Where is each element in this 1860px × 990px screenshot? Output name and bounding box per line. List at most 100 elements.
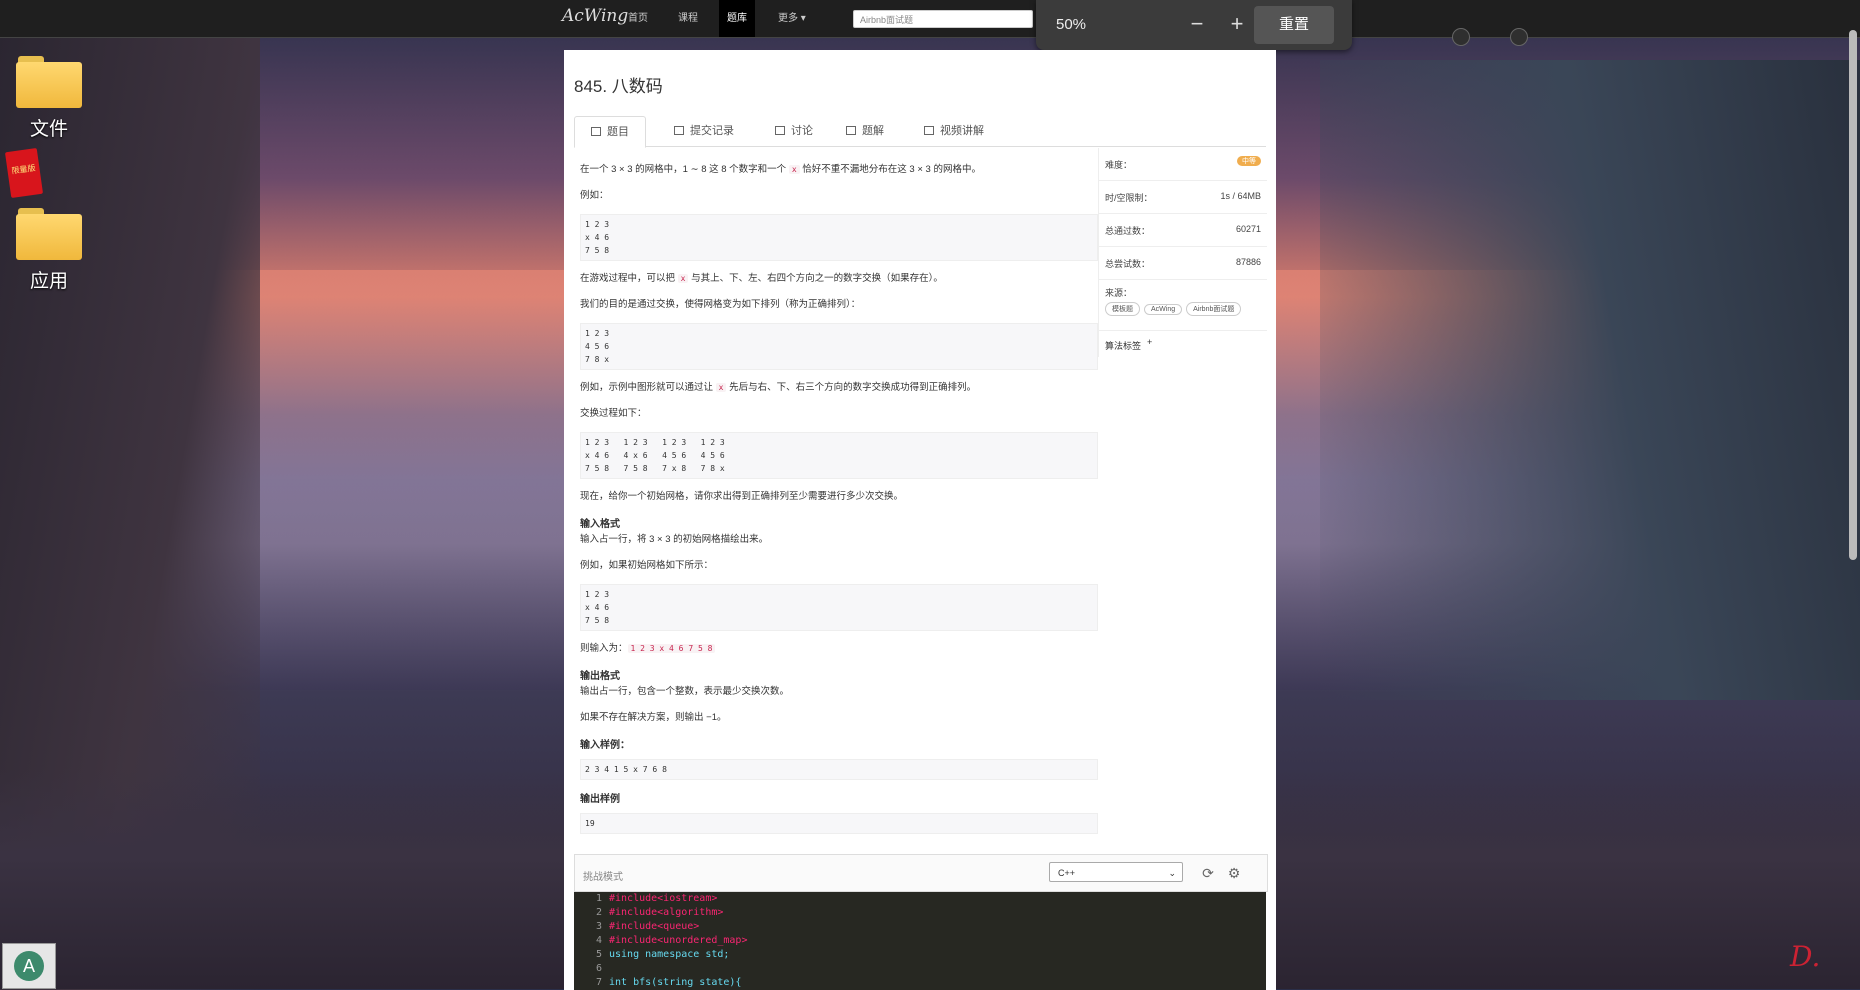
info-label: 难度： (1105, 160, 1133, 170)
nav-more-label: 更多 (778, 13, 798, 24)
tab-solutions[interactable]: 题解 (846, 116, 884, 146)
expand-icon: + (1147, 337, 1153, 347)
algo-tag-toggle[interactable]: 算法标签 + (1099, 331, 1267, 357)
text: 在游戏过程中，可以把 (580, 273, 676, 284)
source-tag[interactable]: 模板题 (1105, 302, 1140, 316)
problem-description: 在一个 3 × 3 的网格中，1 ∼ 8 这 8 个数字和一个 x 恰好不重不漏… (580, 162, 1098, 844)
zoom-popup: 50% − + 重置 (1036, 0, 1352, 50)
refresh-icon[interactable]: ⟳ (1199, 864, 1217, 882)
goal-text: 我们的目的是通过交换，使得网格变为如下排列（称为正确排列）： (580, 299, 861, 310)
process-label: 交换过程如下： (580, 408, 647, 419)
output-format-desc: 输出占一行，包含一个整数，表示最少交换次数。 (580, 686, 790, 697)
inline-code: x (715, 383, 727, 392)
nav-home[interactable]: 首页 (628, 0, 648, 37)
input-format-desc: 输入占一行，将 3 × 3 的初始网格描绘出来。 (580, 534, 769, 545)
nav-more[interactable]: 更多 ▾ (778, 0, 806, 37)
swap-text: 在游戏过程中，可以把 x 与其上、下、左、右四个方向之一的数字交换（如果存在）。 (580, 271, 1098, 287)
intro-text: 在一个 3 × 3 的网格中，1 ∼ 8 这 8 个数字和一个 x 恰好不重不漏… (580, 162, 1098, 178)
zoom-reset-button[interactable]: 重置 (1254, 6, 1334, 44)
tab-label: 提交记录 (690, 125, 734, 137)
input-then: 则输入为： 1 2 3 x 4 6 7 5 8 (580, 641, 1098, 657)
code-block-goal: 1 2 3 4 5 6 7 8 x (580, 323, 1098, 370)
text: 在一个 3 × 3 的网格中，1 ∼ 8 这 8 个数字和一个 (580, 164, 787, 175)
info-label: 算法标签 (1105, 341, 1142, 351)
top-navbar: AcWing 首页 课程 题库 更多 ▾ Airbnb面试题 (0, 0, 1860, 38)
text: 例如，示例中图形就可以通过让 (580, 382, 714, 393)
line-number: 6 (595, 963, 602, 974)
line-number: 1 (595, 893, 602, 904)
line-number: 2 (595, 907, 602, 918)
desktop-folder-label: 应用 (29, 271, 68, 292)
brand-logo[interactable]: AcWing (562, 6, 628, 26)
line-number: 5 (595, 949, 602, 960)
problem-title: 845. 八数码 (574, 77, 663, 96)
source-tag[interactable]: AcWing (1144, 304, 1183, 315)
line-code: #include<unordered_map> (609, 935, 748, 946)
language-select[interactable]: C++ ⌄ (1049, 862, 1183, 882)
info-value: 60271 (1235, 224, 1261, 234)
folder-icon (16, 208, 82, 260)
search-input[interactable]: Airbnb面试题 (853, 10, 1033, 28)
user-avatar-icon[interactable] (1510, 28, 1528, 46)
tab-discussion[interactable]: 讨论 (775, 116, 813, 146)
info-label: 时/空限制： (1105, 193, 1153, 203)
background-cliff-right (1320, 60, 1860, 700)
info-value: 1s / 64MB (1220, 191, 1261, 201)
wallpaper-signature: D. (1790, 940, 1821, 973)
line-code: #include<queue> (609, 921, 700, 932)
desktop-folder-apps[interactable]: 应用 (14, 208, 84, 293)
inline-code: 1 2 3 x 4 6 7 5 8 (627, 644, 716, 653)
tab-label: 题解 (862, 125, 884, 137)
tab-submissions[interactable]: 提交记录 (674, 116, 734, 146)
tab-label: 题目 (607, 126, 629, 138)
red-packet-icon[interactable]: 限量版 (4, 147, 44, 199)
line-number: 3 (595, 921, 602, 932)
taskbar-app-button[interactable]: A (2, 943, 56, 989)
output-format-title: 输出格式 (580, 671, 620, 682)
text: 恰好不重不漏地分布在这 3 × 3 的网格中。 (802, 164, 981, 175)
desktop-folder-label: 文件 (29, 119, 68, 140)
tab-label: 讨论 (791, 125, 813, 137)
gear-icon[interactable]: ⚙ (1225, 864, 1243, 882)
question-text: 现在，给你一个初始网格，请你求出得到正确排列至少需要进行多少次交换。 (580, 491, 904, 502)
tab-video[interactable]: 视频讲解 (924, 116, 984, 146)
sample-input-title: 输入样例： (580, 740, 630, 751)
info-label: 总尝试数： (1105, 259, 1151, 269)
problem-tabs: 题目 提交记录 讨论 题解 视频讲解 (574, 116, 1266, 148)
video-icon (924, 126, 934, 135)
tab-label: 视频讲解 (940, 125, 984, 137)
code-block-grid: 1 2 3 x 4 6 7 5 8 (580, 214, 1098, 261)
sample-input: 2 3 4 1 5 x 7 6 8 (580, 759, 1098, 780)
language-value: C++ (1058, 868, 1076, 878)
line-code: #include<iostream> (609, 893, 718, 904)
sample-output: 19 (580, 813, 1098, 834)
page-scrollbar[interactable] (1849, 30, 1857, 560)
desktop-folder-files[interactable]: 文件 (14, 56, 84, 141)
line-number: 7 (595, 977, 602, 988)
text: 则输入为： (580, 643, 628, 654)
comment-icon (775, 126, 785, 135)
text: 先后与右、下、右三个方向的数字交换成功得到正确排列。 (729, 382, 977, 393)
example-label: 例如： (580, 190, 609, 201)
book-icon (846, 126, 856, 135)
inline-code: x (788, 165, 800, 174)
info-limit: 时/空限制： 1s / 64MB (1099, 181, 1267, 214)
chevron-down-icon: ⌄ (1168, 868, 1176, 878)
nav-courses[interactable]: 课程 (678, 0, 698, 37)
zoom-out-button[interactable]: − (1182, 10, 1212, 38)
notification-icon[interactable] (1452, 28, 1470, 46)
source-tag[interactable]: Airbnb面试题 (1186, 302, 1242, 316)
code-editor[interactable]: 1 #include<iostream> 2 #include<algorithm>… (574, 892, 1266, 990)
nav-problems[interactable]: 题库 (719, 0, 755, 37)
zoom-in-button[interactable]: + (1222, 10, 1252, 38)
line-code: #include<algorithm> (609, 907, 724, 918)
input-example-label: 例如，如果初始网格如下所示： (580, 560, 714, 571)
line-number: 4 (595, 935, 602, 946)
document-icon (591, 127, 601, 136)
app-logo-icon: A (14, 951, 44, 981)
inline-code: x (677, 274, 689, 283)
info-value: 87886 (1235, 257, 1261, 267)
challenge-mode-toggle[interactable]: 挑战模式 (583, 868, 623, 883)
demo-text: 例如，示例中图形就可以通过让 x 先后与右、下、右三个方向的数字交换成功得到正确… (580, 380, 1098, 396)
tab-description[interactable]: 题目 (574, 116, 646, 148)
